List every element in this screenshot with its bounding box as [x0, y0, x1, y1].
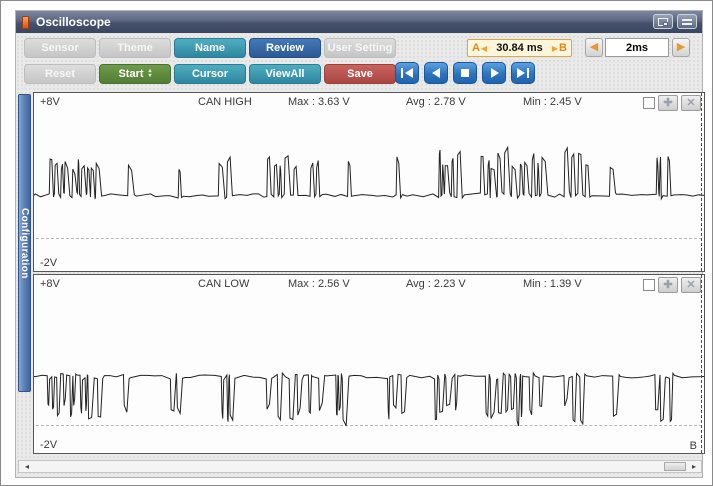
screenshot-frame: Oscilloscope Sensor Theme Name Review Us…	[0, 0, 713, 486]
cursor-button[interactable]: Cursor	[174, 64, 246, 84]
add-button[interactable]: ✚	[658, 277, 678, 293]
ab-time-value: 30.84 ms	[496, 42, 543, 54]
scroll-left-icon[interactable]: ◂	[21, 461, 33, 472]
scroll-right-icon[interactable]: ▸	[688, 461, 700, 472]
b-cursor-line[interactable]	[701, 93, 702, 271]
waveform-panel-can-low: +8V CAN LOW Max : 2.56 V Avg : 2.23 V Mi…	[33, 274, 705, 454]
close-icon: ✕	[686, 279, 696, 291]
stop-button[interactable]	[453, 62, 477, 84]
viewall-button[interactable]: ViewAll	[249, 64, 321, 84]
avg-value: Avg : 2.23 V	[406, 278, 466, 290]
channel-name: CAN HIGH	[198, 96, 252, 108]
max-value: Max : 2.56 V	[288, 278, 350, 290]
step-back-button[interactable]	[424, 62, 448, 84]
add-button[interactable]: ✚	[658, 95, 678, 111]
channel-checkbox[interactable]	[643, 97, 655, 109]
horizontal-scrollbar[interactable]: ◂ ▸	[18, 460, 702, 473]
b-cursor-line[interactable]	[701, 275, 702, 453]
close-button[interactable]: ✕	[681, 277, 701, 293]
play-icon	[491, 68, 499, 78]
channel-name: CAN LOW	[198, 278, 250, 290]
min-value: Min : 1.39 V	[523, 278, 582, 290]
a-marker-label: A	[472, 42, 480, 54]
b-marker-label: B	[559, 42, 567, 54]
b-marker-right-icon[interactable]: ▶	[552, 44, 558, 53]
scale-top-label: +8V	[40, 278, 60, 290]
can-low-waveform	[34, 275, 704, 453]
max-value: Max : 3.63 V	[288, 96, 350, 108]
reset-button[interactable]: Reset	[24, 64, 96, 84]
avg-value: Avg : 2.78 V	[406, 96, 466, 108]
start-button-label: Start	[118, 67, 144, 80]
user-setting-button[interactable]: User Setting	[324, 38, 396, 58]
plus-icon: ✚	[663, 279, 673, 291]
play-button[interactable]	[482, 62, 506, 84]
close-icon: ✕	[686, 97, 696, 109]
a-marker-left-icon[interactable]: ◀	[481, 44, 487, 53]
scrollbar-thumb[interactable]	[664, 462, 686, 471]
window-restore-icon	[658, 17, 668, 26]
timebase-decrease-button[interactable]: ◀	[585, 38, 603, 57]
save-button[interactable]: Save	[324, 64, 396, 84]
channel-checkbox[interactable]	[643, 279, 655, 291]
window-title: Oscilloscope	[36, 15, 111, 29]
skip-end-button[interactable]	[511, 62, 535, 84]
ab-range-display: A ◀ 30.84 ms ▶ B	[467, 39, 572, 57]
name-button[interactable]: Name	[174, 38, 246, 58]
close-button[interactable]: ✕	[681, 95, 701, 111]
window-mode-button[interactable]	[653, 14, 673, 29]
stop-icon	[461, 69, 469, 77]
review-button[interactable]: Review	[249, 38, 321, 58]
scale-bottom-label: -2V	[40, 257, 58, 269]
playback-controls	[395, 62, 535, 84]
skip-start-button[interactable]	[395, 62, 419, 84]
b-cursor-label: B	[689, 440, 697, 452]
waveform-panel-can-high: +8V CAN HIGH Max : 3.63 V Avg : 2.78 V M…	[33, 92, 705, 272]
toolbar: Sensor Theme Name Review User Setting Re…	[16, 33, 702, 92]
layout-bars-icon	[682, 18, 692, 25]
spinner-arrows-icon: ▴ ▾	[148, 68, 152, 79]
configuration-tab[interactable]: Configuration	[18, 94, 31, 392]
window-layout-button[interactable]	[677, 14, 697, 29]
skip-end-icon	[517, 68, 529, 78]
titlebar-buttons	[653, 14, 697, 29]
scale-bottom-label: -2V	[40, 439, 58, 451]
titlebar: Oscilloscope	[16, 11, 702, 33]
timebase-value[interactable]: 2ms	[605, 38, 669, 57]
scale-top-label: +8V	[40, 96, 60, 108]
plus-icon: ✚	[663, 97, 673, 109]
app-icon	[22, 15, 29, 29]
skip-start-icon	[401, 68, 413, 78]
theme-button[interactable]: Theme	[99, 38, 171, 58]
sensor-button[interactable]: Sensor	[24, 38, 96, 58]
start-button[interactable]: Start ▴ ▾	[99, 64, 171, 84]
can-high-waveform	[34, 93, 704, 271]
oscilloscope-window: Oscilloscope Sensor Theme Name Review Us…	[15, 10, 705, 478]
step-back-icon	[432, 68, 440, 78]
min-value: Min : 2.45 V	[523, 96, 582, 108]
timebase-increase-button[interactable]: ▶	[672, 38, 690, 57]
